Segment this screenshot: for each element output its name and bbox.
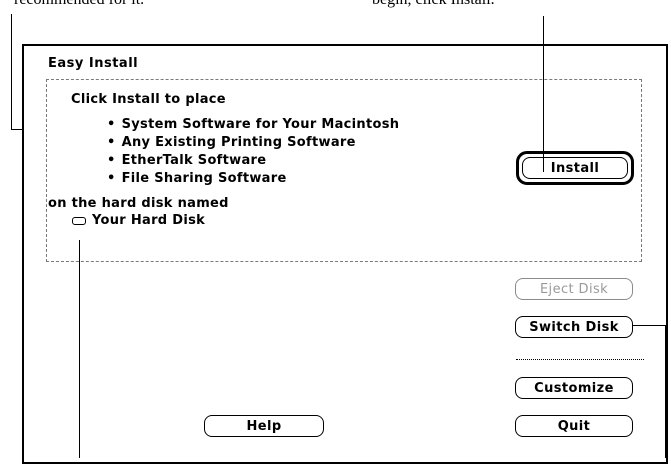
target-disk-label: on the hard disk named: [48, 196, 229, 211]
callout-line-install: [543, 16, 544, 172]
caption-right: begin, click Install.: [372, 0, 495, 9]
callout-line-disk-icon: [79, 240, 80, 458]
software-list: System Software for Your Macintosh Any E…: [107, 116, 399, 188]
list-item: File Sharing Software: [107, 170, 399, 188]
eject-disk-button[interactable]: Eject Disk: [515, 278, 633, 300]
list-item: System Software for Your Macintosh: [107, 116, 399, 134]
intro-text: Click Install to place: [71, 92, 226, 107]
customize-button[interactable]: Customize: [515, 377, 633, 399]
caption-left: recommended for it.: [14, 0, 144, 9]
disk-name: Your Hard Disk: [92, 213, 206, 228]
easy-install-window: Easy Install Click Install to place Syst…: [22, 44, 668, 464]
list-item: Any Existing Printing Software: [107, 134, 399, 152]
install-button[interactable]: Install: [522, 157, 628, 179]
callout-line-switch-horizontal: [633, 325, 665, 326]
button-separator: [516, 359, 644, 360]
callout-line-left-vertical: [11, 14, 12, 130]
window-title: Easy Install: [48, 56, 139, 71]
hard-disk-icon: [72, 217, 86, 225]
quit-button[interactable]: Quit: [515, 415, 633, 437]
help-button[interactable]: Help: [204, 415, 324, 437]
switch-disk-button[interactable]: Switch Disk: [515, 316, 633, 338]
callout-line-switch-vertical: [665, 325, 666, 458]
list-item: EtherTalk Software: [107, 152, 399, 170]
install-button-default-ring: Install: [516, 151, 634, 185]
